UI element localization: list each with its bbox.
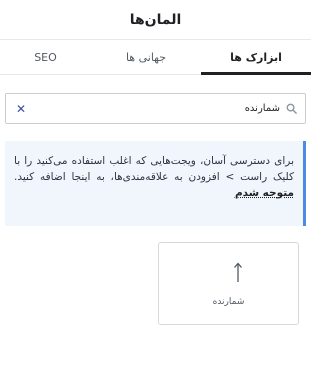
- tab-seo[interactable]: SEO: [0, 40, 91, 74]
- dismiss-notice-link[interactable]: متوجه شدم: [235, 187, 294, 199]
- widget-counter[interactable]: 123 شمارنده: [158, 242, 299, 325]
- tab-label: ابزارک ها: [230, 50, 282, 64]
- panel-tabs: ابزارک ها جهانی ها SEO: [0, 40, 311, 75]
- widget-label: شمارنده: [212, 297, 245, 307]
- counter-icon: 123: [216, 261, 242, 283]
- close-icon[interactable]: ✕: [14, 102, 28, 116]
- search-box: ✕: [5, 93, 306, 124]
- elements-panel: المان‌ها ابزارک ها جهانی ها SEO ✕ برای د…: [0, 0, 311, 372]
- notice-text: برای دسترسی آسان، ویجت‌هایی که اغلب استف…: [14, 155, 294, 183]
- panel-header: المان‌ها: [0, 0, 311, 40]
- favorites-notice: برای دسترسی آسان، ویجت‌هایی که اغلب استف…: [5, 141, 306, 226]
- tab-label: جهانی ها: [125, 50, 167, 64]
- tab-globals[interactable]: جهانی ها: [91, 40, 201, 74]
- search-input[interactable]: [28, 98, 280, 119]
- tab-widgets[interactable]: ابزارک ها: [201, 40, 311, 75]
- search-icon: [285, 103, 297, 115]
- tab-label: SEO: [34, 50, 57, 64]
- panel-title: المان‌ها: [129, 11, 182, 28]
